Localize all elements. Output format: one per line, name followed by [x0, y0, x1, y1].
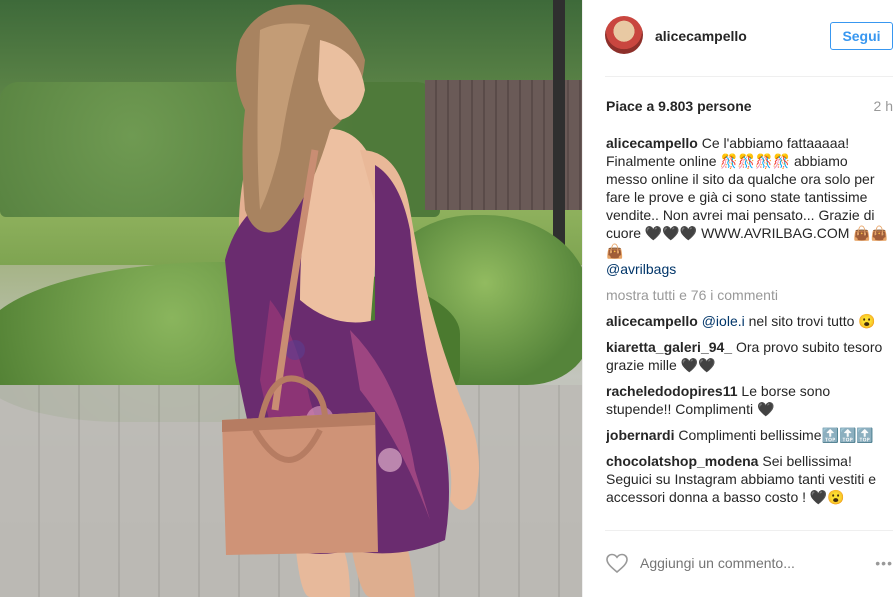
- comments-list: alicecampello Ce l'abbiamo fattaaaaa! Fi…: [606, 134, 893, 530]
- caption-author[interactable]: alicecampello: [606, 135, 698, 151]
- post-photo[interactable]: [0, 0, 582, 597]
- comment-text: nel sito trovi tutto 😮: [744, 313, 876, 329]
- background-pole: [553, 0, 565, 262]
- comment-mention[interactable]: @iole.i: [702, 313, 745, 329]
- instagram-post: alicecampello Segui Piace a 9.803 person…: [0, 0, 893, 597]
- comment-author[interactable]: alicecampello: [606, 313, 698, 329]
- comment-author[interactable]: jobernardi: [606, 427, 674, 443]
- follow-button[interactable]: Segui: [830, 22, 893, 50]
- more-options-ellipsis-icon[interactable]: •••: [875, 555, 893, 571]
- comment-item: kiaretta_galeri_94_ Ora provo subito tes…: [606, 338, 893, 374]
- caption-mention[interactable]: @avrilbags: [606, 261, 676, 277]
- comment-item: jobernardi Complimenti bellissime🔝🔝🔝: [606, 426, 893, 444]
- caption: alicecampello Ce l'abbiamo fattaaaaa! Fi…: [606, 134, 893, 278]
- avatar[interactable]: [605, 16, 643, 54]
- username-link[interactable]: alicecampello: [655, 28, 747, 44]
- comment-item: chocolatshop_modena Sei bellissima! Segu…: [606, 452, 893, 506]
- woman-with-bag-figure: [222, 4, 479, 597]
- post-header: alicecampello Segui: [605, 0, 893, 77]
- comment-author[interactable]: kiaretta_galeri_94_: [606, 339, 732, 355]
- comment-item: racheledodopires11 Le borse sono stupend…: [606, 382, 893, 418]
- load-more-comments-link[interactable]: mostra tutti e 76 i commenti: [606, 286, 893, 304]
- add-comment-input[interactable]: [640, 555, 860, 571]
- post-footer: •••: [605, 530, 893, 598]
- comment-text: Complimenti bellissime🔝🔝🔝: [674, 427, 874, 443]
- comment-item: alicecampello @iole.i nel sito trovi tut…: [606, 312, 893, 330]
- comment-author[interactable]: racheledodopires11: [606, 383, 738, 399]
- post-timestamp[interactable]: 2 h: [874, 98, 893, 114]
- heart-outline-icon[interactable]: [605, 551, 629, 575]
- post-meta: Piace a 9.803 persone 2 h: [606, 77, 893, 129]
- post-sidebar: alicecampello Segui Piace a 9.803 person…: [582, 0, 893, 597]
- likes-count[interactable]: Piace a 9.803 persone: [606, 98, 752, 114]
- caption-text: Ce l'abbiamo fattaaaaa! Finalmente onlin…: [606, 135, 889, 259]
- comment-author[interactable]: chocolatshop_modena: [606, 453, 758, 469]
